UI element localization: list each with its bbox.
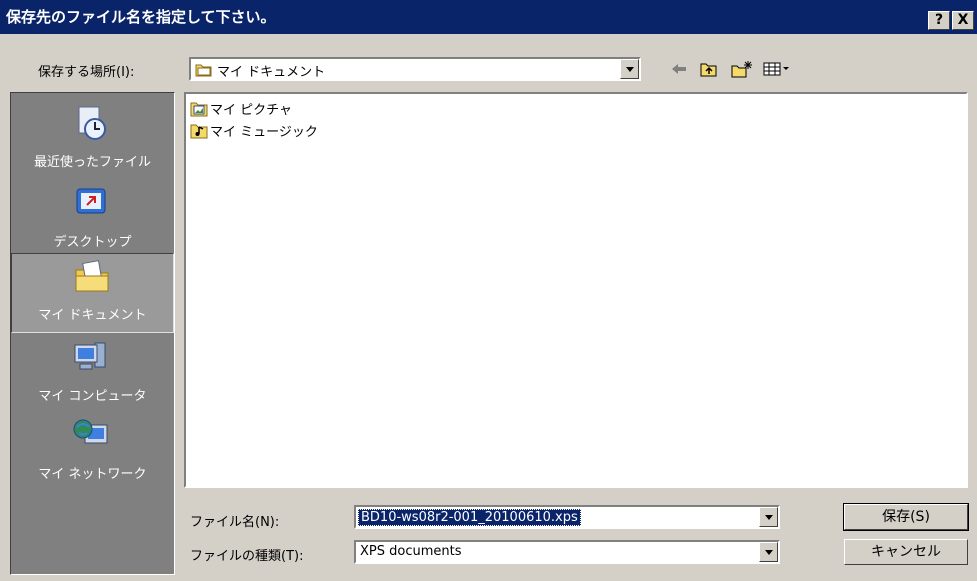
chevron-down-icon: [764, 514, 773, 520]
list-item-my-pictures[interactable]: マイ ピクチャ: [190, 98, 292, 118]
place-my-computer[interactable]: マイ コンピュータ: [11, 335, 174, 411]
look-in-value: マイ ドキュメント: [217, 65, 326, 80]
file-list[interactable]: マイ ピクチャ マイ ミュージック: [184, 92, 968, 488]
music-folder-icon: [190, 121, 208, 139]
file-name: マイ ピクチャ: [210, 102, 293, 118]
place-my-network[interactable]: マイ ネットワーク: [11, 413, 174, 489]
filetype-value: XPS documents: [360, 544, 462, 559]
look-in-label: 保存する場所(I):: [38, 65, 135, 80]
place-label: マイ ドキュメント: [38, 308, 147, 323]
cancel-button[interactable]: キャンセル: [844, 539, 968, 565]
back-arrow-icon[interactable]: [668, 58, 690, 80]
filename-label: ファイル名(N):: [190, 515, 280, 530]
filename-history-dropdown[interactable]: [759, 507, 778, 527]
filetype-combo[interactable]: XPS documents: [354, 540, 780, 564]
chevron-down-icon: [764, 549, 773, 555]
place-label: マイ ネットワーク: [38, 467, 147, 482]
filetype-label: ファイルの種類(T):: [190, 549, 304, 564]
place-desktop[interactable]: デスクトップ: [11, 181, 174, 257]
filetype-dropdown-arrow[interactable]: [759, 542, 778, 562]
save-button[interactable]: 保存(S): [843, 503, 969, 531]
place-label: デスクトップ: [53, 235, 132, 250]
close-button[interactable]: X: [952, 11, 974, 30]
desktop-icon: [73, 185, 109, 221]
place-label: 最近使ったファイル: [33, 155, 151, 170]
my-network-icon: [73, 417, 109, 453]
recent-files-icon: [73, 105, 109, 141]
place-my-documents[interactable]: マイ ドキュメント: [11, 253, 174, 333]
filename-dropdown-arrow[interactable]: [759, 507, 778, 527]
title-bar: 保存先のファイル名を指定して下さい。 ? X: [0, 0, 977, 34]
folder-icon: [195, 60, 213, 78]
save-dialog: 保存先のファイル名を指定して下さい。 ? X 保存する場所(I): マイ ドキュ…: [0, 0, 977, 581]
up-folder-icon[interactable]: [698, 58, 720, 80]
file-name: マイ ミュージック: [210, 124, 318, 140]
place-label: マイ コンピュータ: [38, 389, 147, 404]
new-folder-icon[interactable]: [730, 58, 754, 80]
my-documents-icon: [74, 258, 110, 294]
dialog-title: 保存先のファイル名を指定して下さい。: [6, 8, 276, 26]
chevron-down-icon: [625, 66, 634, 72]
look-in-dropdown-arrow[interactable]: [620, 59, 639, 79]
view-menu-icon[interactable]: [762, 58, 790, 80]
filename-value: BD10-ws08r2-001_20100610.xps: [358, 509, 581, 526]
pictures-folder-icon: [190, 99, 208, 117]
list-item-my-music[interactable]: マイ ミュージック: [190, 120, 318, 140]
help-button[interactable]: ?: [928, 11, 950, 30]
place-recent[interactable]: 最近使ったファイル: [11, 101, 174, 177]
places-bar: 最近使ったファイル デスクトップ マイ ドキュメント マイ コンピュータ マイ …: [10, 92, 175, 575]
my-computer-icon: [73, 339, 109, 375]
filename-input[interactable]: BD10-ws08r2-001_20100610.xps: [354, 505, 780, 529]
look-in-combo[interactable]: マイ ドキュメント: [189, 57, 641, 81]
